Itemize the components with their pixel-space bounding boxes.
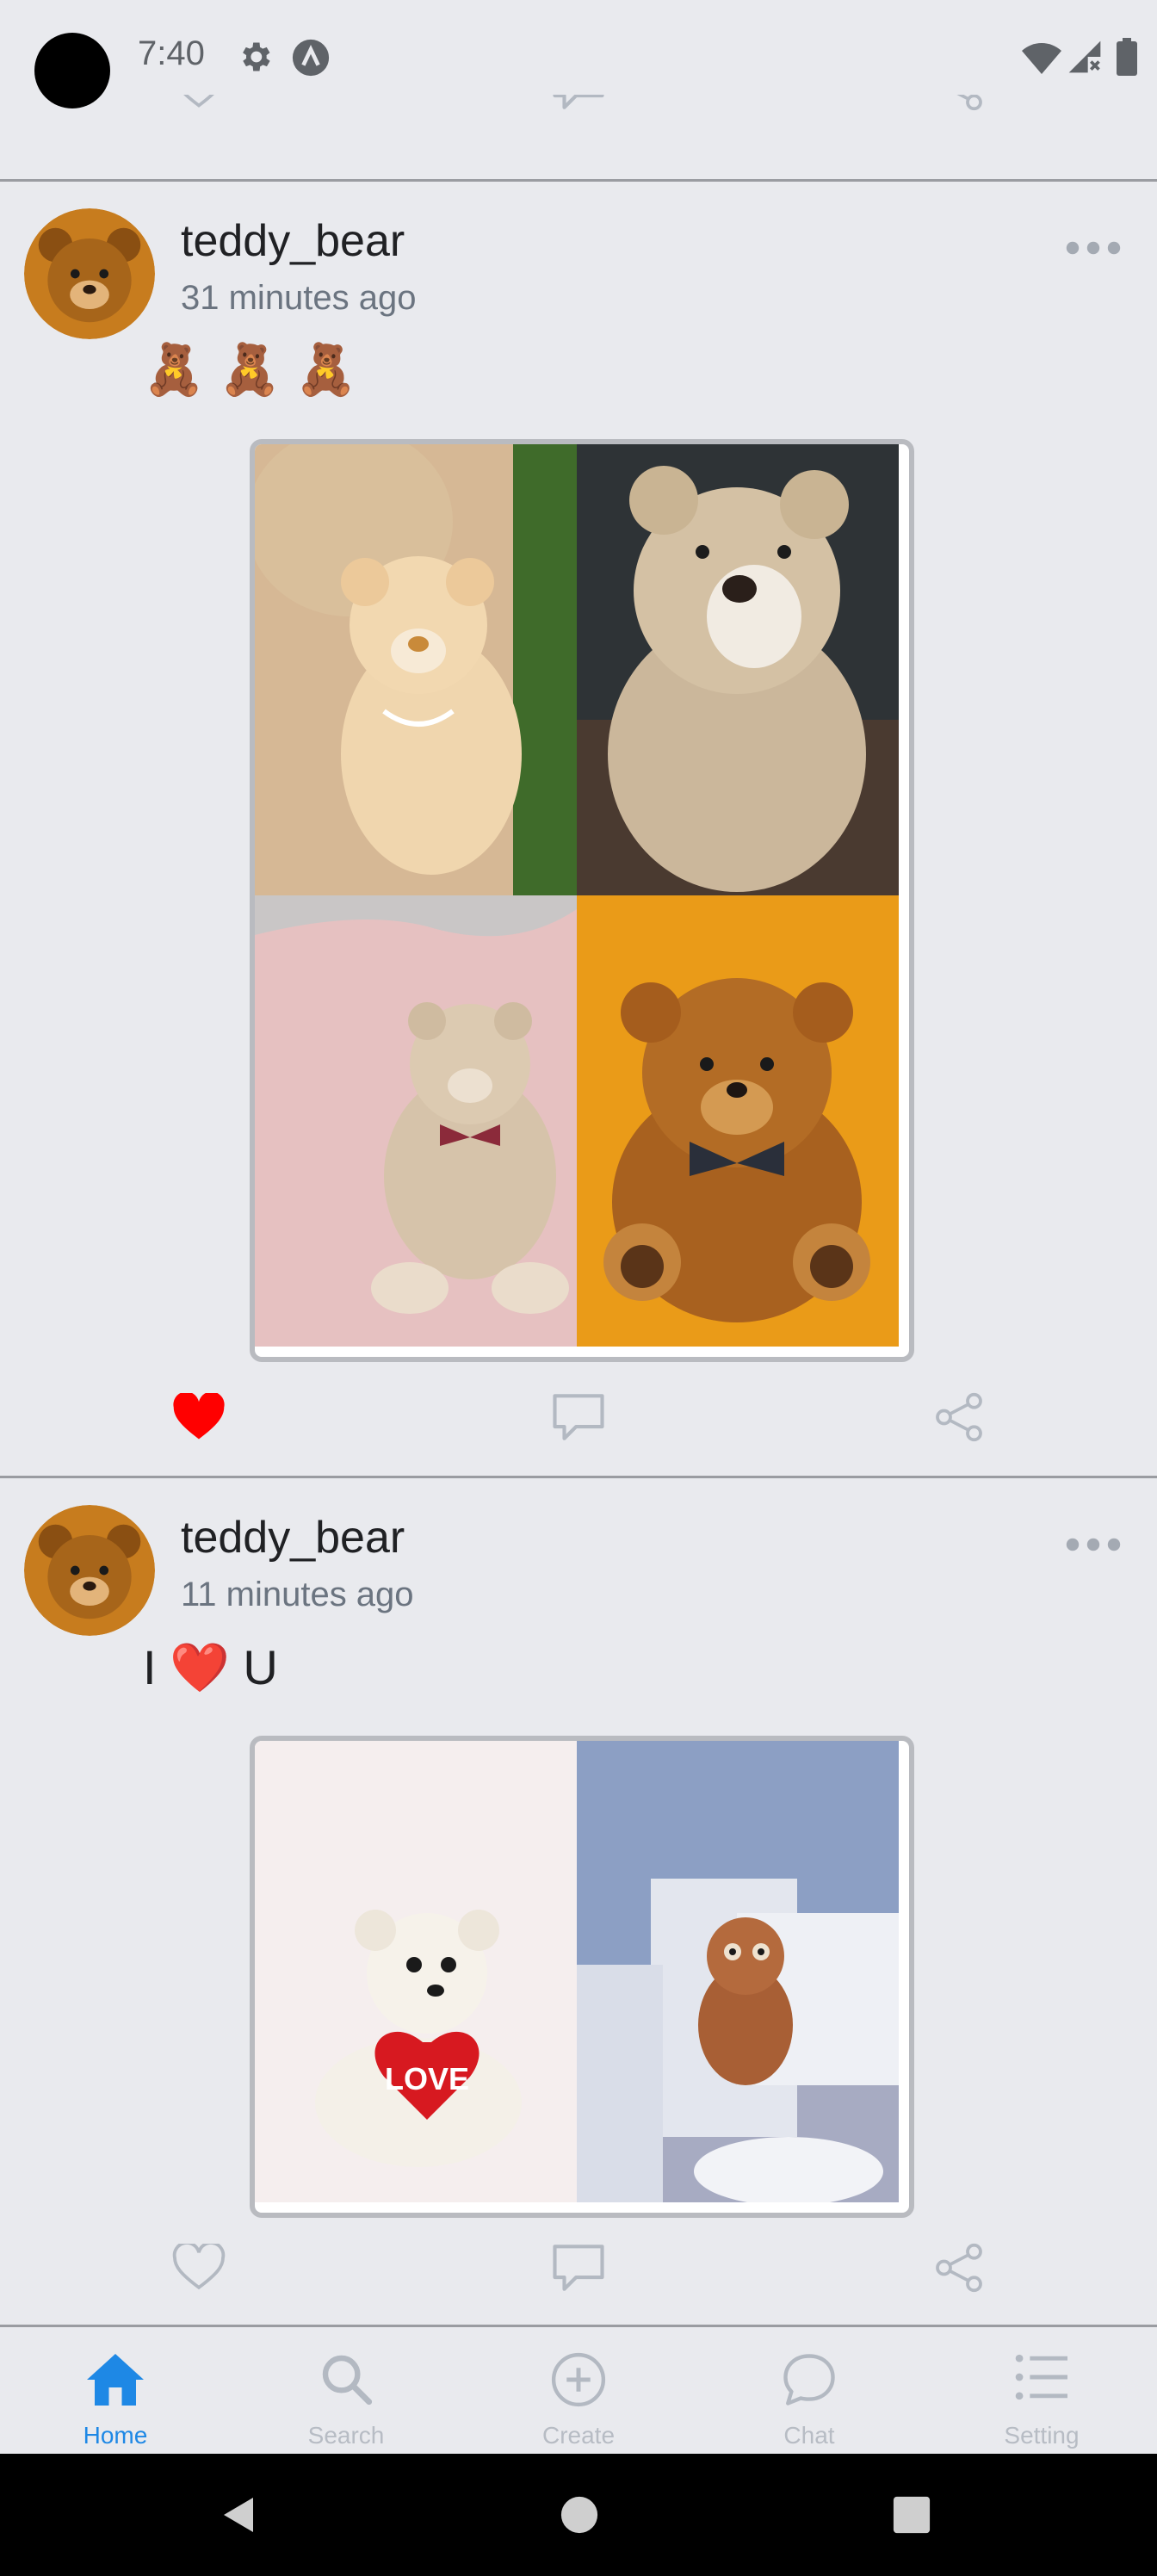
post-content: I ❤️ U xyxy=(143,1640,278,1694)
love-text-on-heart: LOVE xyxy=(385,2061,469,2096)
teddy-collage-image: LOVE xyxy=(255,1741,899,2206)
post-actions xyxy=(0,2233,1157,2302)
post-timestamp: 31 minutes ago xyxy=(181,279,417,317)
plus-circle-icon xyxy=(551,2352,606,2407)
heart-filled-icon xyxy=(173,1393,225,1440)
recents-icon[interactable] xyxy=(892,2495,931,2535)
list-icon xyxy=(1015,2354,1067,2400)
post-actions xyxy=(0,1383,1157,1452)
more-horizontal-icon xyxy=(1066,241,1121,255)
avatar[interactable] xyxy=(24,208,155,339)
search-icon xyxy=(322,2355,373,2406)
avatar[interactable] xyxy=(24,1505,155,1636)
post-image-gallery[interactable]: LOVE xyxy=(250,1736,914,2218)
back-icon[interactable] xyxy=(219,2493,260,2536)
system-navigation-bar xyxy=(0,2454,1157,2576)
teddy-collage-image xyxy=(255,444,899,1347)
comment-button[interactable] xyxy=(544,95,613,121)
share-button[interactable] xyxy=(925,1383,993,1452)
comment-icon xyxy=(553,2245,604,2291)
tab-label: Setting xyxy=(1004,2422,1080,2449)
share-button[interactable] xyxy=(925,2233,993,2302)
like-button[interactable] xyxy=(164,95,233,121)
more-horizontal-icon xyxy=(1066,1538,1121,1551)
app-notification-icon xyxy=(292,39,330,77)
more-options-button[interactable] xyxy=(1059,1527,1128,1562)
tab-chat[interactable]: Chat xyxy=(694,2327,925,2455)
share-icon xyxy=(956,95,982,111)
signal-icon xyxy=(1068,40,1101,73)
tab-create[interactable]: Create xyxy=(463,2327,694,2455)
settings-icon xyxy=(243,42,270,71)
tab-search[interactable]: Search xyxy=(231,2327,461,2455)
comment-icon xyxy=(553,95,604,109)
comment-button[interactable] xyxy=(544,2233,613,2302)
tab-label: Chat xyxy=(783,2422,835,2449)
tab-home[interactable]: Home xyxy=(0,2327,231,2455)
tab-label: Create xyxy=(541,2422,616,2449)
post-image-gallery[interactable] xyxy=(250,439,914,1362)
bottom-tab-bar: Home Search Create Chat Setting xyxy=(0,2325,1157,2455)
post-content: 🧸 🧸 🧸 xyxy=(143,342,357,398)
comment-icon xyxy=(553,1394,604,1440)
post-username[interactable]: teddy_bear xyxy=(181,215,405,267)
more-options-button[interactable] xyxy=(1059,231,1128,265)
home-icon xyxy=(87,2354,144,2406)
teddy-avatar-image xyxy=(24,1505,155,1636)
like-button[interactable] xyxy=(164,2233,233,2302)
battery-icon xyxy=(1117,38,1137,76)
share-button[interactable] xyxy=(925,95,993,121)
heart-outline-icon xyxy=(172,2244,226,2290)
comment-button[interactable] xyxy=(544,1383,613,1452)
tab-label: Search xyxy=(307,2422,385,2449)
status-time: 7:40 xyxy=(138,34,205,72)
heart-outline-icon xyxy=(183,95,214,108)
share-icon xyxy=(936,1392,982,1442)
tab-setting[interactable]: Setting xyxy=(926,2327,1157,2455)
post-divider xyxy=(0,179,1157,182)
post-timestamp: 11 minutes ago xyxy=(181,1576,414,1613)
wifi-icon xyxy=(1022,43,1061,74)
previous-post-actions xyxy=(0,95,1157,146)
post-username[interactable]: teddy_bear xyxy=(181,1512,405,1564)
like-button[interactable] xyxy=(164,1383,233,1452)
teddy-avatar-image xyxy=(24,208,155,339)
tab-label: Home xyxy=(83,2422,148,2449)
post-divider xyxy=(0,1476,1157,1478)
chat-icon xyxy=(783,2354,835,2406)
share-icon xyxy=(936,2243,982,2293)
home-nav-icon[interactable] xyxy=(560,2495,599,2535)
